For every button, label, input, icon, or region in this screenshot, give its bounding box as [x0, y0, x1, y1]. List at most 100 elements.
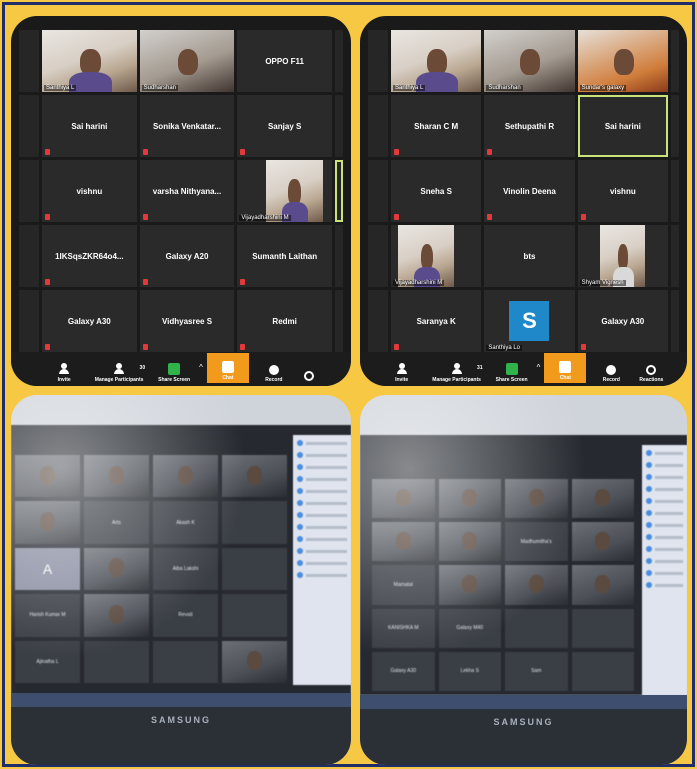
- participant-tile[interactable]: Sai harini: [42, 95, 137, 157]
- participant-tile[interactable]: Vidhyasree S: [139, 290, 235, 352]
- participant-tile[interactable]: KANISHKA M: [372, 608, 435, 648]
- invite-button[interactable]: Invite: [43, 363, 85, 383]
- chevron-up-icon[interactable]: ^: [199, 363, 203, 372]
- participant-tile[interactable]: Aiba Lakshi: [153, 547, 218, 591]
- participant-tile[interactable]: [438, 522, 501, 562]
- participant-grid: Santhiya L Sudharshan OPPO F11 Sai harin…: [19, 30, 343, 352]
- participant-tile[interactable]: [84, 594, 149, 637]
- participant-tile[interactable]: [372, 522, 435, 562]
- participant-tile-speaking[interactable]: Sai harini: [577, 95, 668, 157]
- participant-tile[interactable]: [438, 479, 501, 519]
- record-label: Record: [602, 377, 620, 383]
- share-screen-button[interactable]: Share Screen: [153, 363, 195, 383]
- participant-tile[interactable]: Sharan C M: [391, 95, 482, 157]
- participant-tile[interactable]: Vijayadharshini M: [391, 225, 482, 287]
- manage-participants-button[interactable]: 30 Manage Participants: [89, 363, 149, 383]
- participant-tile[interactable]: Sudharshan: [484, 30, 575, 92]
- edge-tile: [368, 225, 388, 287]
- participant-tile[interactable]: Vijayadharshini M: [237, 160, 332, 222]
- share-label: Share Screen: [158, 377, 191, 383]
- record-icon: [606, 365, 617, 375]
- invite-button[interactable]: Invite: [381, 363, 423, 383]
- participant-tile[interactable]: Sumanth Laithan: [237, 225, 332, 287]
- participant-tile[interactable]: Sam: [505, 651, 568, 691]
- participant-tile[interactable]: Sanjay S: [237, 95, 332, 157]
- participant-tile[interactable]: Galaxy M40: [438, 608, 501, 648]
- record-button[interactable]: Record: [590, 365, 632, 383]
- participant-tile[interactable]: [222, 547, 287, 591]
- participant-tile[interactable]: Sethupathi R: [484, 95, 575, 157]
- participant-tile[interactable]: Harish Kumar M: [15, 594, 80, 637]
- participant-tile[interactable]: [372, 479, 435, 519]
- participant-tile[interactable]: A: [15, 547, 80, 591]
- participant-name: Ajinatha L: [36, 658, 59, 665]
- chevron-up-icon[interactable]: ^: [537, 363, 541, 372]
- participant-tile[interactable]: Galaxy A30: [42, 290, 137, 352]
- participant-tile[interactable]: [15, 501, 80, 544]
- reactions-button[interactable]: [299, 371, 319, 383]
- participant-tile[interactable]: Redmi: [237, 290, 332, 352]
- participant-tile[interactable]: Santhiya L: [42, 30, 137, 92]
- participant-tile[interactable]: Sonika Venkatar...: [139, 95, 235, 157]
- participant-tile[interactable]: [84, 547, 149, 591]
- participant-tile[interactable]: [505, 479, 568, 519]
- participant-tile[interactable]: Sundar's galaxy: [577, 30, 668, 92]
- participant-name: Shyam Vignesh: [579, 280, 626, 286]
- participant-tile[interactable]: Galaxy A30: [577, 290, 668, 352]
- participant-tile[interactable]: Revati: [153, 594, 218, 637]
- manage-participants-button[interactable]: 31 Manage Participants: [427, 363, 487, 383]
- participant-tile[interactable]: [438, 565, 501, 605]
- participant-tile[interactable]: [84, 455, 149, 498]
- participant-tile[interactable]: [222, 594, 287, 637]
- participant-tile[interactable]: [84, 640, 149, 683]
- participant-tile[interactable]: [571, 565, 634, 605]
- participant-tile[interactable]: vishnu: [577, 160, 668, 222]
- reactions-button[interactable]: Reactions: [636, 365, 666, 383]
- chat-button[interactable]: Chat: [544, 353, 587, 383]
- participant-tile[interactable]: [153, 455, 218, 498]
- participant-name: Galaxy A30: [67, 316, 111, 326]
- participant-tile[interactable]: Saranya K: [391, 290, 482, 352]
- chat-button[interactable]: Chat: [206, 353, 249, 383]
- participant-tile[interactable]: Galaxy A20: [139, 225, 235, 287]
- participant-tile[interactable]: Madhumitha's: [505, 522, 568, 562]
- participant-tile[interactable]: [571, 608, 634, 648]
- taskbar: [360, 695, 687, 709]
- participant-tile[interactable]: [222, 640, 287, 683]
- participant-tile[interactable]: Santhiya L: [391, 30, 482, 92]
- participant-tile[interactable]: Ajinatha L: [15, 640, 80, 683]
- participant-name: Vidhyasree S: [161, 316, 213, 326]
- participant-tile[interactable]: [505, 565, 568, 605]
- share-screen-button[interactable]: Share Screen: [491, 363, 533, 383]
- participant-tile[interactable]: Akash K: [153, 501, 218, 544]
- participant-tile[interactable]: Mamatal: [372, 565, 435, 605]
- participant-name: Galaxy M40: [456, 625, 484, 632]
- participant-tile[interactable]: bts: [484, 225, 575, 287]
- edge-tile: [671, 95, 679, 157]
- participant-tile[interactable]: Lekha S: [438, 651, 501, 691]
- participant-tile[interactable]: [222, 455, 287, 498]
- participant-tile[interactable]: [571, 651, 634, 691]
- record-button[interactable]: Record: [253, 365, 295, 383]
- participant-tile[interactable]: Sneha S: [391, 160, 482, 222]
- participant-tile[interactable]: [15, 455, 80, 498]
- participant-grid: Santhiya L Sudharshan Sundar's galaxy Sh…: [368, 30, 679, 352]
- participant-name: Mamatal: [393, 581, 413, 588]
- participant-tile[interactable]: Sudharshan: [139, 30, 235, 92]
- participant-tile[interactable]: [153, 640, 218, 683]
- participant-tile[interactable]: S Santhiya Lo: [484, 290, 575, 352]
- participant-tile[interactable]: Shyam Vignesh: [577, 225, 668, 287]
- participant-tile[interactable]: Vinolin Deena: [484, 160, 575, 222]
- participant-tile[interactable]: OPPO F11: [237, 30, 332, 92]
- participant-tile[interactable]: [505, 608, 568, 648]
- participant-tile[interactable]: vishnu: [42, 160, 137, 222]
- participant-tile[interactable]: Galaxy A30: [372, 651, 435, 691]
- avatar: S: [509, 301, 550, 341]
- participant-tile[interactable]: 1IKSqsZKR64o4...: [42, 225, 137, 287]
- participant-tile[interactable]: varsha Nithyana...: [139, 160, 235, 222]
- participant-tile[interactable]: [222, 501, 287, 544]
- participant-tile[interactable]: [571, 522, 634, 562]
- participant-tile[interactable]: [571, 479, 634, 519]
- participant-tile[interactable]: Arts: [84, 501, 149, 544]
- edge-tile: [19, 290, 39, 352]
